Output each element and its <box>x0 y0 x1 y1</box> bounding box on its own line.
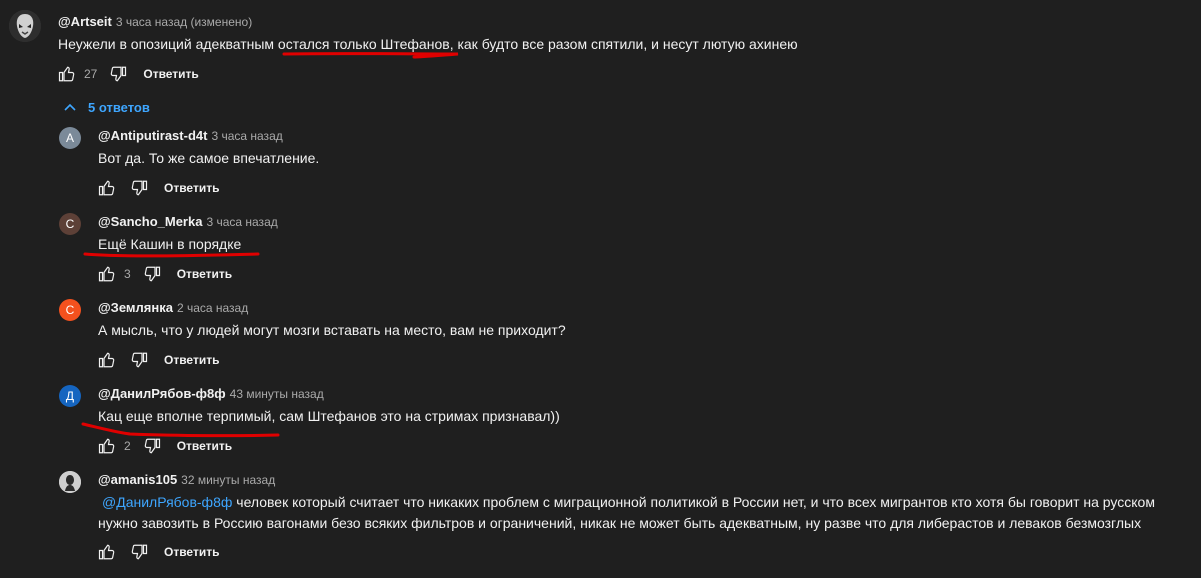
comment-header: @Artseit 3 часа назад (изменено) <box>58 13 252 31</box>
thumb-down-icon[interactable] <box>128 350 150 370</box>
reply-button[interactable]: Ответить <box>177 439 232 453</box>
reply-button[interactable]: Ответить <box>143 67 198 81</box>
like-count: 3 <box>124 267 131 281</box>
avatar[interactable]: С <box>59 213 81 235</box>
thumb-down-icon[interactable] <box>141 436 163 456</box>
avatar[interactable]: Д <box>59 385 81 407</box>
avatar[interactable]: С <box>59 299 81 321</box>
timestamp[interactable]: 32 минуты назад <box>181 473 275 487</box>
author-name[interactable]: @Землянка <box>98 300 173 315</box>
thumb-up-icon[interactable] <box>96 264 118 284</box>
comment-header: @Sancho_Merka 3 часа назад <box>98 213 278 231</box>
author-name[interactable]: @Antiputirast-d4t <box>98 128 207 143</box>
thumb-down-icon[interactable] <box>128 542 150 562</box>
thumb-up-icon[interactable] <box>96 436 118 456</box>
comment-text: @ДанилРябов-ф8ф человек который считает … <box>102 494 1155 510</box>
thumb-up-icon[interactable] <box>96 542 118 562</box>
thumb-down-icon[interactable] <box>107 64 129 84</box>
red-underline <box>282 52 459 59</box>
red-underline <box>83 252 260 258</box>
author-name[interactable]: @amanis105 <box>98 472 177 487</box>
comment-actions: 2 Ответить <box>96 436 232 456</box>
comment-header: @amanis105 32 минуты назад <box>98 471 275 489</box>
comment-text: А мысль, что у людей могут мозги встават… <box>98 322 566 338</box>
replies-count-label: 5 ответов <box>88 99 150 115</box>
timestamp[interactable]: 43 минуты назад <box>230 387 324 401</box>
like-count: 27 <box>84 67 98 81</box>
timestamp[interactable]: 3 часа назад (изменено) <box>116 15 252 29</box>
author-name[interactable]: @ДанилРябов-ф8ф <box>98 386 226 401</box>
timestamp[interactable]: 2 часа назад <box>177 301 248 315</box>
mention-link[interactable]: @ДанилРябов-ф8ф <box>102 494 232 510</box>
reply-button[interactable]: Ответить <box>164 181 219 195</box>
comment-actions: Ответить <box>96 542 219 562</box>
replies-toggle[interactable]: 5 ответов <box>62 99 150 115</box>
thumb-up-icon[interactable] <box>96 350 118 370</box>
thumb-down-icon[interactable] <box>128 178 150 198</box>
thumb-down-icon[interactable] <box>141 264 163 284</box>
comment-actions: Ответить <box>96 178 219 198</box>
comment-actions: Ответить <box>96 350 219 370</box>
like-count: 2 <box>124 439 131 453</box>
comment-text: Вот да. То же самое впечатление. <box>98 150 320 166</box>
reply-button[interactable]: Ответить <box>164 545 219 559</box>
chevron-up-icon <box>62 99 78 115</box>
thumb-up-icon[interactable] <box>56 64 78 84</box>
timestamp[interactable]: 3 часа назад <box>211 129 282 143</box>
reply-button[interactable]: Ответить <box>177 267 232 281</box>
avatar[interactable] <box>59 471 81 493</box>
comment-header: @ДанилРябов-ф8ф 43 минуты назад <box>98 385 324 403</box>
avatar[interactable]: A <box>59 127 81 149</box>
reply-button[interactable]: Ответить <box>164 353 219 367</box>
comment-header: @Землянка 2 часа назад <box>98 299 248 317</box>
comment-actions: 27 Ответить <box>56 64 199 84</box>
comment-header: @Antiputirast-d4t 3 часа назад <box>98 127 283 145</box>
author-name[interactable]: @Sancho_Merka <box>98 214 202 229</box>
author-name[interactable]: @Artseit <box>58 14 112 29</box>
comment-actions: 3 Ответить <box>96 264 232 284</box>
comment-text-line2: нужно завозить в Россию вагонами безо вс… <box>98 515 1142 531</box>
timestamp[interactable]: 3 часа назад <box>206 215 277 229</box>
thumb-up-icon[interactable] <box>96 178 118 198</box>
avatar[interactable] <box>9 10 41 42</box>
